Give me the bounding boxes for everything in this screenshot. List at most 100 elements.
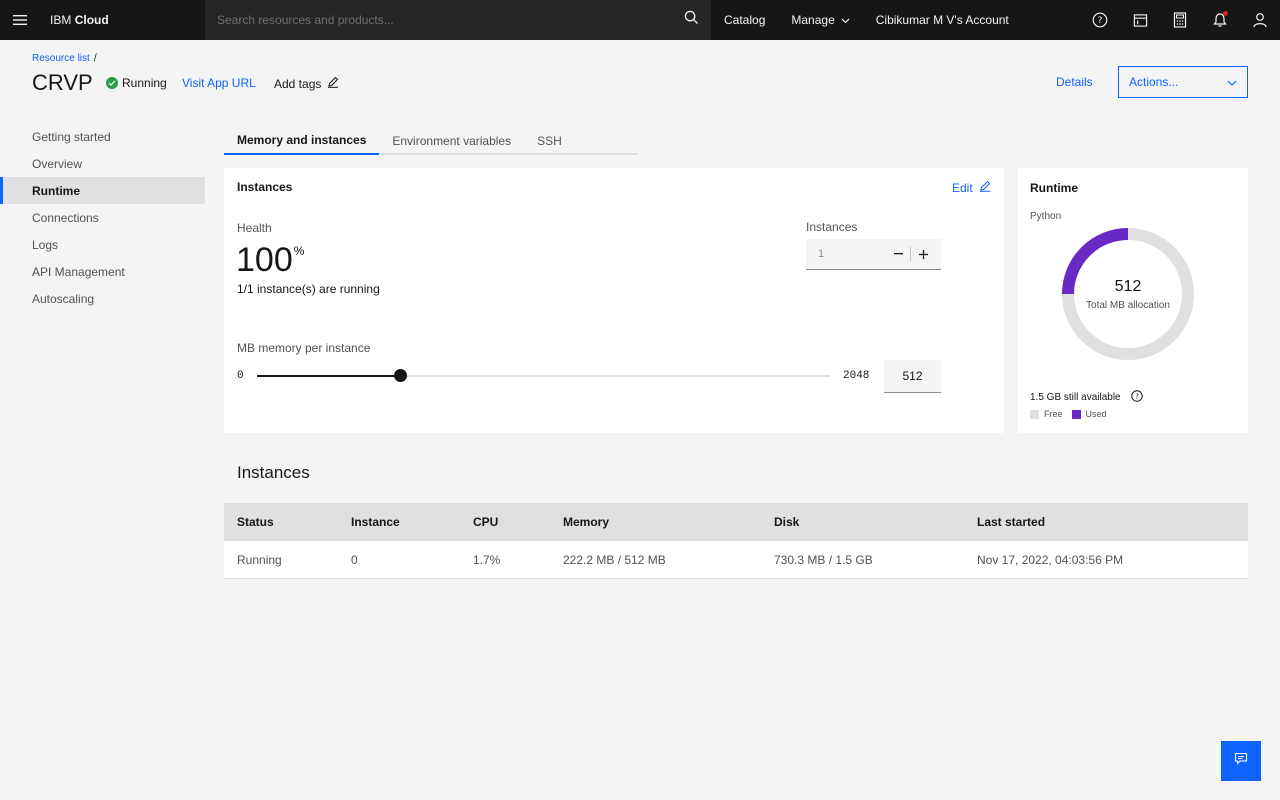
column-header-disk[interactable]: Disk [774,515,799,529]
calculator-icon[interactable] [1160,0,1200,40]
notification-bell-icon[interactable] [1200,0,1240,40]
sidebar-item-runtime[interactable]: Runtime [0,177,205,204]
legend-free-swatch [1030,409,1039,419]
breadcrumb-resource-list[interactable]: Resource list [32,53,90,64]
user-profile-icon[interactable] [1240,0,1280,40]
memory-slider[interactable] [257,369,830,382]
cell-disk: 730.3 MB / 1.5 GB [774,552,873,567]
brand-prefix: IBM [50,13,72,27]
status-badge: Running [106,76,167,90]
memory-value-input[interactable] [884,360,941,393]
notification-badge [1223,11,1228,16]
column-header-status[interactable]: Status [237,515,274,529]
sidebar-item-autoscaling[interactable]: Autoscaling [0,285,205,312]
instances-stepper [806,239,941,270]
svg-text:?: ? [1135,393,1139,401]
breadcrumb-separator: / [93,53,97,64]
slider-min-label: 0 [237,370,244,382]
details-link[interactable]: Details [1056,75,1093,89]
legend-free: Free [1030,409,1063,419]
add-tags-label: Add tags [274,76,322,91]
total-allocation-value: 512 [1114,278,1142,295]
cell-memory: 222.2 MB / 512 MB [563,552,666,567]
column-header-cpu[interactable]: CPU [473,515,498,529]
sidebar-item-connections[interactable]: Connections [0,204,205,231]
column-header-memory[interactable]: Memory [563,515,609,529]
instances-table: Status Instance CPU Memory Disk Last sta… [224,503,1248,579]
instances-card: Instances Edit Health 100% 1/1 instance(… [224,168,1004,433]
help-icon[interactable]: ? [1121,390,1143,405]
search-icon[interactable] [684,10,699,30]
column-header-last-started[interactable]: Last started [977,515,1045,529]
chevron-down-icon [841,13,850,27]
memory-per-instance-label: MB memory per instance [237,341,371,355]
tab-bar: Memory and instances Environment variabl… [224,126,638,155]
add-tags-button[interactable]: Add tags [274,76,339,91]
available-memory-text: 1.5 GB still available [1030,392,1121,403]
table-row: Running 0 1.7% 222.2 MB / 512 MB 730.3 M… [224,541,1248,579]
page-title: CRVP [32,70,93,95]
cell-cpu: 1.7% [473,552,501,567]
donut-legend: Free Used [1030,409,1116,419]
edit-instances-button[interactable]: Edit [952,180,991,195]
running-instances-text: 1/1 instance(s) are running [237,282,380,296]
health-unit: % [293,244,305,258]
health-label: Health [237,221,272,235]
instances-card-title: Instances [237,180,293,194]
status-text: Running [122,76,167,90]
cell-instance: 0 [351,552,358,567]
legend-free-label: Free [1044,409,1063,419]
tab-environment-variables[interactable]: Environment variables [379,126,524,155]
breadcrumb: Resource list / [32,53,97,64]
available-memory: 1.5 GB still available ? [1030,390,1143,405]
sidebar-item-overview[interactable]: Overview [0,150,205,177]
instances-count-input[interactable] [806,248,886,260]
slider-max-label: 2048 [843,370,870,382]
legend-used: Used [1071,409,1107,419]
instances-count-label: Instances [806,220,858,234]
sidebar-item-api-management[interactable]: API Management [0,258,205,285]
tab-memory-and-instances[interactable]: Memory and instances [224,126,380,155]
hamburger-menu-icon[interactable] [0,0,40,40]
column-header-instance[interactable]: Instance [351,515,400,529]
slider-filled-track [257,375,401,377]
edit-pencil-icon [321,76,339,91]
edit-pencil-icon [973,180,991,195]
manage-menu[interactable]: Manage [778,0,862,40]
edit-label: Edit [952,180,973,195]
sidebar-item-getting-started[interactable]: Getting started [0,123,205,150]
decrement-button[interactable] [886,239,910,270]
legend-used-label: Used [1085,409,1107,419]
search-bar [205,0,711,40]
svg-text:?: ? [1098,16,1103,26]
visit-app-url-link[interactable]: Visit App URL [182,76,256,90]
help-icon[interactable]: ? [1080,0,1120,40]
cell-status: Running [237,552,282,567]
health-number: 100 [236,241,293,279]
checkmark-icon [106,77,118,89]
chat-button[interactable] [1221,741,1261,781]
chat-icon [1234,752,1248,770]
instances-section-title: Instances [237,463,310,482]
top-header: IBM Cloud Catalog Manage Cibikumar M V's… [0,0,1280,40]
account-switcher[interactable]: Cibikumar M V's Account [863,0,1022,40]
catalog-link[interactable]: Catalog [711,0,778,40]
sidebar-item-logs[interactable]: Logs [0,231,205,258]
actions-dropdown[interactable]: Actions... [1118,66,1248,98]
tab-ssh[interactable]: SSH [524,126,575,155]
brand-logo[interactable]: IBM Cloud [50,13,205,27]
cost-estimator-icon[interactable] [1120,0,1160,40]
manage-label: Manage [791,13,835,27]
total-allocation-label: Total MB allocation [1086,300,1170,311]
brand-name: Cloud [74,13,109,27]
runtime-card-title: Runtime [1030,181,1078,195]
slider-handle[interactable] [394,369,408,382]
table-header: Status Instance CPU Memory Disk Last sta… [224,503,1248,541]
legend-used-swatch [1071,409,1081,419]
chevron-down-icon [1227,75,1237,89]
actions-label: Actions... [1129,75,1179,89]
cell-last-started: Nov 17, 2022, 04:03:56 PM [977,552,1124,567]
search-input[interactable] [217,13,657,27]
runtime-language: Python [1030,211,1062,222]
increment-button[interactable] [911,239,935,270]
